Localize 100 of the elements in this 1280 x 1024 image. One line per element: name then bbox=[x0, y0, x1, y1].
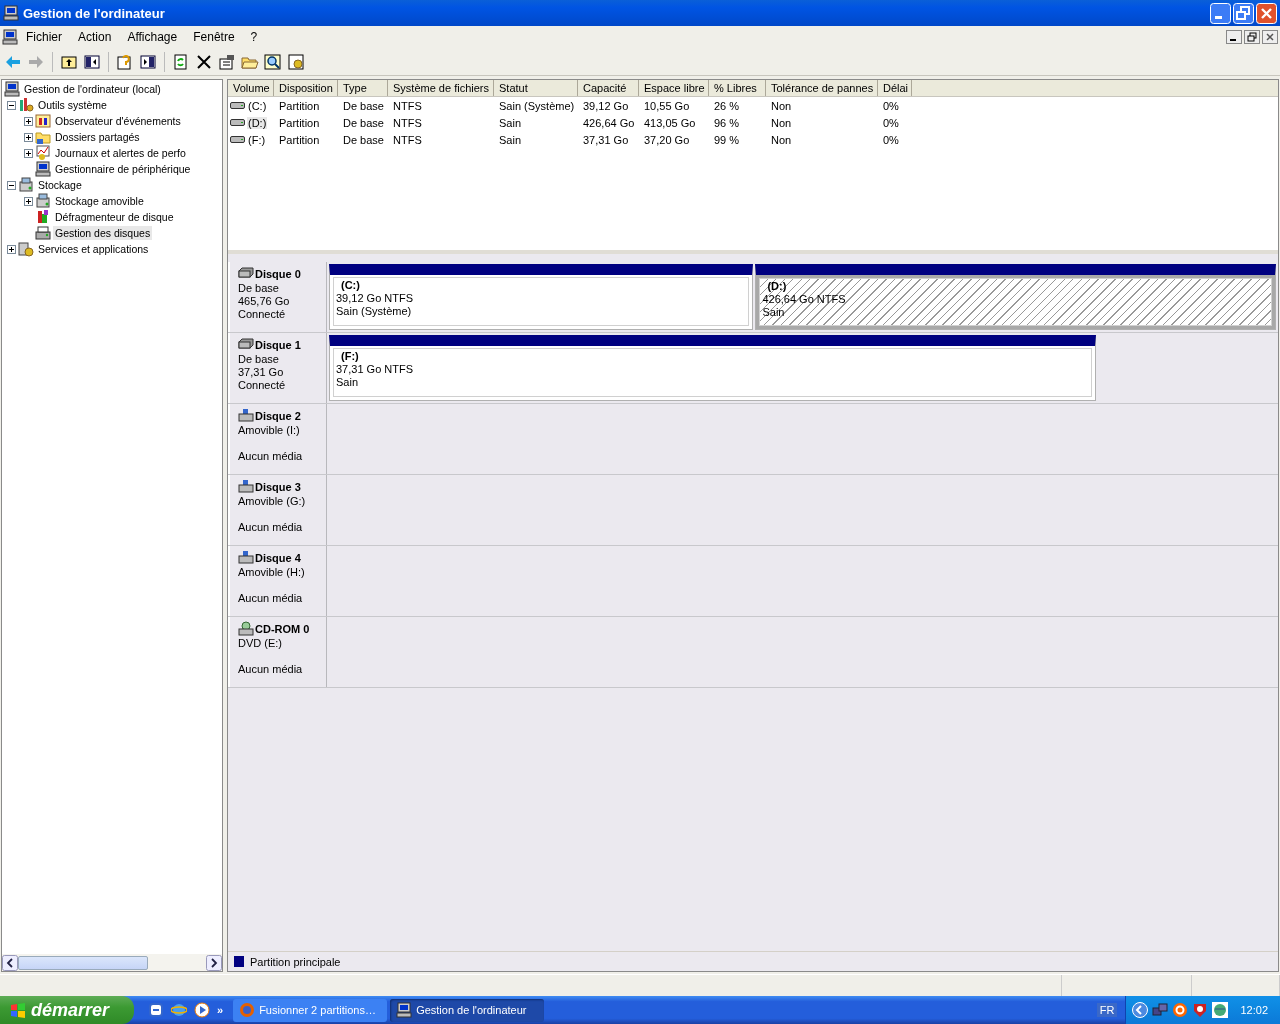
restore-button[interactable] bbox=[1244, 30, 1260, 44]
table-cell-text: Partition bbox=[278, 116, 321, 129]
disk-info-panel[interactable]: Disque 1 De base 37,31 Go Connecté bbox=[228, 333, 327, 403]
more-button[interactable]: » bbox=[217, 1004, 224, 1016]
properties-icon[interactable] bbox=[218, 52, 236, 71]
network-icon[interactable] bbox=[1152, 1002, 1169, 1018]
tools-icon bbox=[18, 97, 34, 113]
globe-icon[interactable] bbox=[1212, 1002, 1229, 1018]
partition-block[interactable]: (C:) 39,12 Go NTFS Sain (Système) bbox=[329, 264, 754, 330]
removable-disk-icon bbox=[238, 479, 254, 495]
table-cell-text: NTFS bbox=[392, 99, 423, 112]
column-header[interactable]: Disposition bbox=[274, 80, 338, 96]
tree-item[interactable]: Journaux et alertes de perfo bbox=[53, 146, 188, 160]
menu-item[interactable]: Action bbox=[70, 30, 120, 44]
disk-name: Disque 3 bbox=[255, 481, 301, 493]
disk-name: CD-ROM 0 bbox=[255, 623, 310, 635]
taskbar-button[interactable]: Gestion de l'ordinateur bbox=[390, 998, 545, 1022]
expand-icon[interactable] bbox=[7, 244, 16, 254]
expand-icon[interactable] bbox=[24, 132, 33, 142]
expand-icon[interactable] bbox=[24, 196, 33, 206]
table-cell-text: Sain (Système) bbox=[498, 99, 576, 112]
drive-icon bbox=[230, 100, 245, 111]
defragmenter-icon bbox=[35, 209, 51, 225]
table-cell-text: 426,64 Go bbox=[582, 116, 636, 129]
tree-item[interactable]: Services et applications bbox=[36, 242, 151, 256]
column-header[interactable]: Statut bbox=[494, 80, 578, 96]
column-header[interactable]: Système de fichiers bbox=[388, 80, 494, 96]
tree-item[interactable]: Gestion des disques bbox=[53, 226, 153, 240]
launcher-icon[interactable] bbox=[148, 1002, 164, 1018]
cd-drive-icon bbox=[238, 621, 254, 637]
computer-icon bbox=[3, 5, 19, 21]
scroll-left-button[interactable] bbox=[2, 954, 18, 971]
column-header[interactable]: Espace libre bbox=[639, 80, 709, 96]
start-button[interactable]: démarrer bbox=[0, 996, 134, 1024]
media-player-icon[interactable] bbox=[194, 1002, 210, 1018]
shield-icon[interactable] bbox=[1192, 1002, 1209, 1018]
tree-item[interactable]: Gestionnaire de périphérique bbox=[53, 162, 193, 176]
partition-block[interactable]: (D:) 426,64 Go NTFS Sain bbox=[755, 264, 1276, 330]
column-header[interactable]: Type bbox=[338, 80, 388, 96]
scroll-right-button[interactable] bbox=[206, 954, 222, 971]
settings-icon[interactable] bbox=[287, 52, 305, 71]
table-cell-text: Non bbox=[770, 116, 793, 129]
tree-item[interactable]: Stockage amovible bbox=[53, 194, 146, 208]
browser-icon bbox=[239, 1002, 256, 1018]
tree-item[interactable]: Défragmenteur de disque bbox=[53, 210, 176, 224]
maximize-button[interactable] bbox=[1233, 2, 1254, 24]
column-header[interactable]: Capacité bbox=[578, 80, 639, 96]
tree-item[interactable]: Dossiers partagés bbox=[53, 130, 142, 144]
panel-icon[interactable] bbox=[83, 52, 101, 71]
table-cell-text: NTFS bbox=[392, 116, 423, 129]
column-header[interactable]: Délai bbox=[878, 80, 912, 96]
taskbar-button[interactable]: Fusionner 2 partitions… bbox=[233, 998, 388, 1022]
legend-label: Partition principale bbox=[250, 955, 341, 968]
collapse-icon[interactable] bbox=[7, 180, 16, 190]
browser-icon[interactable] bbox=[171, 1002, 187, 1018]
disk-detail: Connecté bbox=[238, 308, 287, 321]
collapse-icon[interactable] bbox=[7, 100, 16, 110]
close-button[interactable] bbox=[1262, 30, 1278, 44]
disk-name: Disque 4 bbox=[255, 552, 301, 564]
menu-item[interactable]: Affichage bbox=[119, 30, 186, 44]
menu-item[interactable]: Fichier bbox=[18, 30, 70, 44]
table-cell-text: Partition bbox=[278, 133, 321, 146]
table-cell-text: 413,05 Go bbox=[643, 116, 697, 129]
tree-item[interactable]: Gestion de l'ordinateur (local) bbox=[22, 82, 163, 96]
disk-detail: DVD (E:) bbox=[238, 637, 283, 650]
menu-item[interactable]: Fenêtre bbox=[185, 30, 243, 44]
table-cell-text: Non bbox=[770, 133, 793, 146]
tree-item[interactable]: Stockage bbox=[36, 178, 84, 192]
menu-item[interactable]: ? bbox=[242, 30, 266, 44]
partition-block[interactable]: (F:) 37,31 Go NTFS Sain bbox=[329, 335, 1097, 401]
column-header[interactable]: Tolérance de pannes bbox=[766, 80, 878, 96]
chart-icon bbox=[35, 145, 51, 161]
expand-icon[interactable] bbox=[24, 116, 33, 126]
show-hidden-icons-button[interactable] bbox=[1132, 1002, 1149, 1018]
disk-info-panel[interactable]: Disque 0 De base 465,76 Go Connecté bbox=[228, 262, 327, 332]
partition-label: (F:) bbox=[340, 350, 360, 363]
disk-info-panel[interactable]: Disque 2 Amovible (I:) Aucun média bbox=[228, 404, 327, 474]
tree-item[interactable]: Observateur d'événements bbox=[53, 114, 183, 128]
services-icon bbox=[18, 241, 34, 257]
tree-item[interactable]: Outils système bbox=[36, 98, 109, 112]
panel-icon[interactable] bbox=[139, 52, 157, 71]
expand-icon[interactable] bbox=[24, 148, 33, 158]
disk-info-panel[interactable]: CD-ROM 0 DVD (E:) Aucun média bbox=[228, 617, 327, 687]
scroll-thumb[interactable] bbox=[18, 955, 148, 970]
partition-status: Sain bbox=[762, 306, 786, 319]
refresh-icon[interactable] bbox=[172, 52, 190, 71]
ring-icon[interactable] bbox=[1172, 1002, 1189, 1018]
disk-info-panel[interactable]: Disque 4 Amovible (H:) Aucun média bbox=[228, 546, 327, 616]
column-header[interactable]: % Libres bbox=[709, 80, 766, 96]
delete-icon[interactable] bbox=[195, 52, 213, 71]
language-indicator[interactable]: FR bbox=[1096, 1003, 1118, 1017]
computer-icon bbox=[396, 1002, 413, 1018]
disk-info-panel[interactable]: Disque 3 Amovible (G:) Aucun média bbox=[228, 475, 327, 545]
help-icon[interactable] bbox=[116, 52, 134, 71]
removable-disk-icon bbox=[238, 408, 254, 424]
minimize-button[interactable] bbox=[1226, 30, 1242, 44]
disk-detail: De base bbox=[238, 282, 280, 295]
clock: 12:02 bbox=[1240, 1004, 1268, 1016]
search-icon[interactable] bbox=[264, 52, 282, 71]
column-header[interactable]: Volume bbox=[228, 80, 274, 96]
